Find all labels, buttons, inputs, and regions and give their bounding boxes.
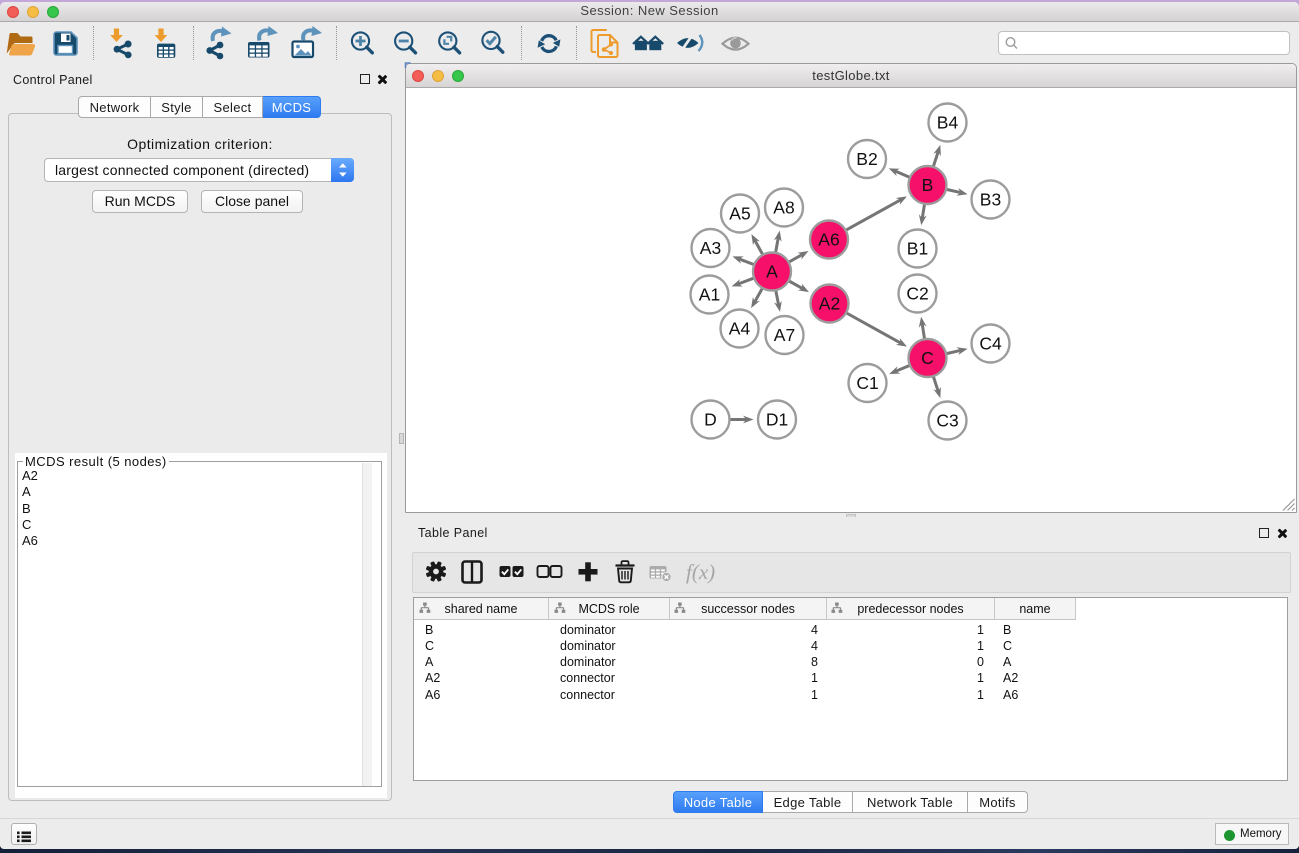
- svg-text:C2: C2: [906, 284, 928, 304]
- svg-text:C1: C1: [856, 373, 878, 393]
- svg-text:A: A: [766, 262, 778, 282]
- svg-text:D1: D1: [766, 410, 788, 430]
- svg-text:B2: B2: [856, 149, 877, 169]
- svg-text:B4: B4: [937, 113, 959, 133]
- svg-text:B: B: [922, 175, 934, 195]
- svg-text:A5: A5: [729, 204, 750, 224]
- svg-text:B1: B1: [907, 239, 928, 259]
- svg-text:C3: C3: [936, 411, 958, 431]
- svg-text:C: C: [921, 348, 934, 368]
- svg-text:A1: A1: [699, 285, 720, 305]
- svg-text:A8: A8: [773, 198, 794, 218]
- svg-text:C4: C4: [979, 334, 1002, 354]
- svg-text:A4: A4: [729, 319, 751, 339]
- svg-text:A6: A6: [818, 230, 839, 250]
- svg-text:D: D: [704, 410, 717, 430]
- svg-text:B3: B3: [980, 190, 1001, 210]
- svg-text:A2: A2: [819, 294, 840, 314]
- svg-text:A3: A3: [700, 238, 721, 258]
- svg-text:A7: A7: [774, 325, 795, 345]
